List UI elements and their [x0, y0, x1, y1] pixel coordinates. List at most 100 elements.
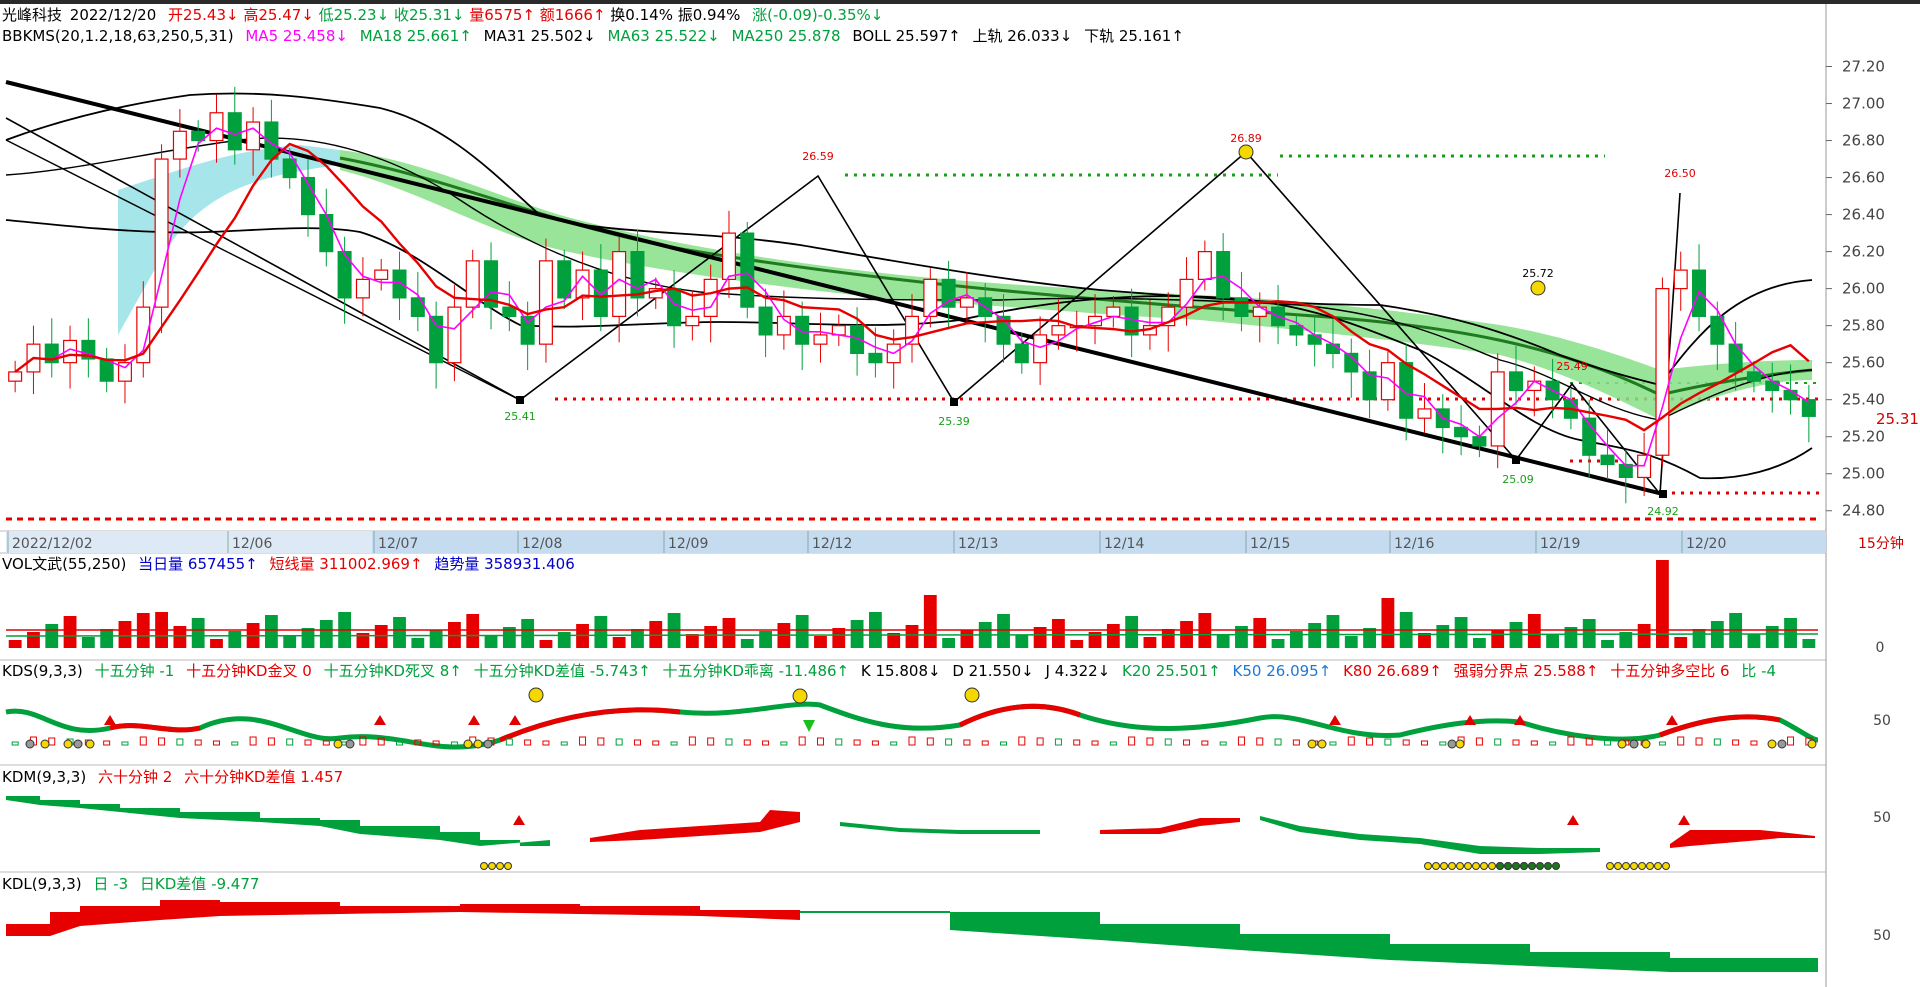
candle-body [1710, 315, 1725, 345]
volume-bar [81, 637, 95, 648]
kdm-red-area [590, 810, 800, 842]
volume-bar [1125, 616, 1139, 648]
candle-body [1508, 371, 1524, 392]
signal-dot [345, 739, 355, 749]
candle-body [1783, 389, 1798, 401]
signal-dot [480, 862, 488, 870]
volume-bar [942, 638, 956, 648]
vol-short: 短线量 311002.969↑ [269, 555, 423, 573]
kds-bar [1036, 737, 1044, 746]
kds-bar [725, 738, 733, 746]
signal-dot [1646, 862, 1654, 870]
kds-bar [652, 740, 660, 746]
extreme-label: 24.92 [1647, 505, 1679, 518]
kds-bar [524, 739, 532, 746]
x-axis-label: 12/19 [1540, 536, 1580, 552]
kds-bar [11, 741, 19, 746]
candle-body [557, 260, 572, 299]
signal-dot [1317, 739, 1327, 749]
kds-a: 十五分钟 -1 [94, 662, 175, 680]
vol-header: VOL文武(55,250) 当日量 657455↑ 短线量 311002.969… [2, 555, 582, 573]
kds-bar [1054, 738, 1062, 746]
volume-bar [210, 639, 223, 648]
volume-bar [1253, 618, 1267, 648]
kds-bar [103, 740, 111, 746]
kds-bar [1475, 737, 1483, 746]
candle-body [1673, 269, 1688, 290]
kds-j: J 4.322↓ [1045, 662, 1111, 680]
volume-bar [832, 628, 846, 648]
smiley-icon [1238, 144, 1254, 160]
ma18-value: MA18 25.661↑ [359, 27, 472, 45]
candle-body [721, 232, 736, 280]
candle-body [520, 315, 535, 345]
signal-dot [1455, 739, 1465, 749]
kdm-b: 六十分钟KD差值 1.457 [184, 768, 344, 786]
kds-d-value: D 21.550↓ [952, 662, 1034, 680]
kds-bar [688, 736, 696, 746]
kds-bar [1219, 741, 1227, 746]
signal-dot [40, 739, 50, 749]
candle-body [227, 112, 242, 151]
kds-bar [835, 738, 843, 746]
volume-bar [685, 634, 699, 648]
kds-bar [1292, 739, 1300, 746]
kds-bar [1073, 739, 1081, 746]
kds-k20: K20 25.501↑ [1122, 662, 1221, 680]
signal-dot [1488, 862, 1496, 870]
kds-bar [1347, 736, 1355, 746]
stock-chart-canvas[interactable]: 27.20 27.00 26.80 26.60 26.40 26.20 26.00 25.80… [0, 0, 1920, 987]
x-axis-label: 12/06 [232, 536, 272, 552]
x-axis-band-selected [372, 531, 1826, 553]
up-arrow-icon [468, 715, 480, 725]
signal-dot [1464, 862, 1472, 870]
kds-bar [194, 739, 202, 746]
vol-axis-label: 0 [1876, 640, 1885, 656]
ma5-value: MA5 25.458↓ [245, 27, 348, 45]
candle-body [172, 130, 187, 160]
price-axis-label: 25.60 [1842, 354, 1885, 372]
kds-k: K 15.808↓ [860, 662, 941, 680]
change-value: 涨(-0.09)-0.35%↓ [752, 6, 884, 24]
signal-dot [483, 739, 493, 749]
up-arrow-icon [104, 715, 116, 725]
candle-body [813, 334, 828, 345]
signal-dot [488, 862, 496, 870]
kds-bar [1237, 736, 1245, 746]
kds-bar [670, 741, 678, 746]
volume-bar [557, 632, 571, 648]
candle-body [1106, 306, 1121, 317]
kds-c: 十五分钟KD死叉 8↑ [323, 662, 462, 680]
candle-body [959, 297, 974, 308]
kds-bar [560, 741, 568, 746]
volume-bar [1070, 640, 1084, 648]
candle-body [1216, 251, 1231, 299]
price-axis-label: 26.00 [1842, 280, 1885, 298]
extreme-label: 25.72 [1522, 267, 1554, 280]
price-axis-label: 25.20 [1842, 428, 1885, 446]
bbkms-name: BBKMS(20,1.2,18,63,250,5,31) [2, 27, 234, 45]
kds-k50: K50 26.095↑ [1232, 662, 1332, 680]
price-axis-label: 24.80 [1842, 502, 1885, 520]
volume-bar [1527, 614, 1541, 648]
pivot-marker [950, 398, 958, 406]
candle-body [1014, 343, 1029, 364]
volume-bar [905, 625, 919, 648]
volume-bar [814, 636, 827, 648]
volume-bar [1601, 640, 1614, 648]
volume-bar [1143, 637, 1157, 648]
kds-bar [816, 737, 824, 746]
kdl-b: 日KD差值 -9.477 [139, 875, 260, 893]
pivot-marker [1512, 456, 1520, 464]
volume-bar [1363, 628, 1376, 648]
kds-bar [121, 741, 129, 746]
kds-bar [1274, 738, 1282, 746]
volume-bar [612, 637, 626, 648]
kds-bar [945, 738, 953, 746]
candle-body [502, 306, 517, 317]
candle-body [941, 278, 956, 308]
kds-bar [542, 740, 550, 746]
period-label[interactable]: 15分钟 [1858, 533, 1920, 553]
candle-body [1746, 371, 1761, 382]
candle-body [593, 269, 608, 317]
